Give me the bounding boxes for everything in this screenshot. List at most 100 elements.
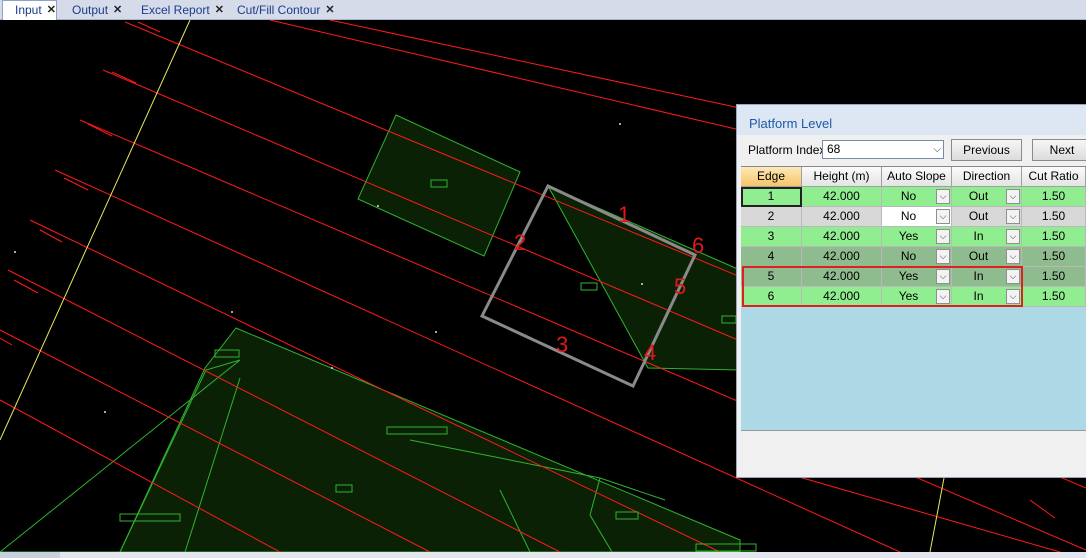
- column-header-auto-slope[interactable]: Auto Slope: [882, 167, 952, 187]
- survey-point: [641, 283, 643, 285]
- chainage-line: [269, 20, 741, 131]
- chainage-tag: [1029, 499, 1056, 519]
- chainage-tag: [39, 229, 63, 243]
- chevron-down-icon[interactable]: ⌵: [936, 229, 950, 244]
- chevron-down-icon[interactable]: ⌵: [936, 209, 950, 224]
- chevron-down-icon[interactable]: ⌵: [1006, 189, 1020, 204]
- dialog-footer: [741, 430, 1086, 473]
- height-cell[interactable]: 42.000: [802, 247, 882, 267]
- auto-slope-cell-value: No: [900, 249, 917, 263]
- survey-point: [231, 311, 233, 313]
- edge-cell-value: 3: [767, 229, 775, 243]
- column-header-height[interactable]: Height (m): [802, 167, 882, 187]
- survey-point: [104, 411, 106, 413]
- edge-cell[interactable]: 2: [741, 207, 802, 227]
- height-cell-value: 42.000: [823, 209, 860, 223]
- platform-index-combo[interactable]: 68 ⌵: [822, 140, 944, 159]
- edge-label-4: 4: [644, 340, 656, 365]
- chevron-down-icon[interactable]: ⌵: [936, 249, 950, 264]
- direction-cell[interactable]: In ⌵: [952, 227, 1022, 247]
- edge-cell[interactable]: 1: [741, 187, 802, 207]
- table-row[interactable]: 4 42.000 No ⌵ Out ⌵ 1.50: [741, 247, 1086, 267]
- chainage-tag: [87, 123, 113, 137]
- tab-excel-report[interactable]: Excel Report ✕: [141, 0, 224, 20]
- edge-cell[interactable]: 4: [741, 247, 802, 267]
- edge-label-2: 2: [514, 230, 526, 255]
- height-cell-value: 42.000: [823, 249, 860, 263]
- chainage-tag: [13, 279, 39, 294]
- platform-index-label: Platform Index: [748, 143, 826, 157]
- tab-input[interactable]: Input ✕: [2, 0, 57, 20]
- chainage-tag: [137, 21, 161, 33]
- cut-ratio-cell-value: 1.50: [1041, 289, 1066, 303]
- cut-ratio-cell[interactable]: 1.50: [1022, 207, 1086, 227]
- column-header-direction[interactable]: Direction: [952, 167, 1022, 187]
- cut-ratio-cell-value: 1.50: [1041, 189, 1066, 203]
- cut-ratio-cell[interactable]: 1.50: [1022, 247, 1086, 267]
- previous-button[interactable]: Previous: [951, 139, 1022, 161]
- chevron-down-icon[interactable]: ⌵: [1006, 249, 1020, 264]
- survey-point: [435, 331, 437, 333]
- chevron-down-icon[interactable]: ⌵: [1006, 229, 1020, 244]
- table-row[interactable]: 1 42.000 No ⌵ Out ⌵ 1.50: [741, 187, 1086, 207]
- survey-point: [619, 123, 621, 125]
- alignment-line: [0, 20, 191, 441]
- chevron-down-icon[interactable]: ⌵: [1006, 209, 1020, 224]
- chevron-down-icon[interactable]: ⌵: [936, 189, 950, 204]
- cut-ratio-cell[interactable]: 1.50: [1022, 287, 1086, 307]
- edge-label-6: 6: [692, 233, 704, 258]
- cut-ratio-cell-value: 1.50: [1041, 209, 1066, 223]
- direction-cell-value: Out: [968, 209, 989, 223]
- cut-ratio-cell[interactable]: 1.50: [1022, 267, 1086, 287]
- table-row[interactable]: 3 42.000 Yes ⌵ In ⌵ 1.50: [741, 227, 1086, 247]
- highlight-box: [742, 266, 1023, 307]
- height-cell-value: 42.000: [823, 189, 860, 203]
- auto-slope-cell[interactable]: No ⌵: [882, 247, 952, 267]
- edge-cell-value: 2: [767, 209, 775, 223]
- cut-ratio-cell-value: 1.50: [1041, 249, 1066, 263]
- status-strip-segment: [60, 552, 1086, 558]
- cut-ratio-cell[interactable]: 1.50: [1022, 227, 1086, 247]
- column-header-edge[interactable]: Edge: [741, 167, 802, 187]
- column-header-cut-ratio[interactable]: Cut Ratio: [1022, 167, 1086, 187]
- cut-ratio-cell-value: 1.50: [1041, 269, 1066, 283]
- tab-output[interactable]: Output ✕: [72, 0, 122, 20]
- tab-output-label: Output: [72, 2, 109, 17]
- auto-slope-cell[interactable]: No ⌵: [882, 207, 952, 227]
- tab-cut-fill-contour[interactable]: Cut/Fill Contour ✕: [237, 0, 335, 20]
- chainage-tag: [0, 337, 13, 346]
- tab-input-label: Input: [15, 3, 42, 17]
- close-icon[interactable]: ✕: [215, 1, 224, 20]
- close-icon[interactable]: ✕: [47, 1, 56, 20]
- chevron-down-icon[interactable]: ⌵: [933, 141, 941, 158]
- height-cell[interactable]: 42.000: [802, 227, 882, 247]
- direction-cell[interactable]: Out ⌵: [952, 207, 1022, 227]
- direction-cell[interactable]: Out ⌵: [952, 187, 1022, 207]
- chainage-line: [329, 20, 741, 109]
- close-icon[interactable]: ✕: [325, 1, 334, 20]
- direction-cell-value: In: [973, 229, 984, 243]
- height-cell[interactable]: 42.000: [802, 187, 882, 207]
- edge-label-5: 5: [674, 274, 686, 299]
- close-icon[interactable]: ✕: [113, 1, 122, 20]
- direction-cell-value: Out: [968, 249, 989, 263]
- auto-slope-cell[interactable]: Yes ⌵: [882, 227, 952, 247]
- height-cell[interactable]: 42.000: [802, 207, 882, 227]
- table-row[interactable]: 2 42.000 No ⌵ Out ⌵ 1.50: [741, 207, 1086, 227]
- edge-cell[interactable]: 3: [741, 227, 802, 247]
- tab-cut-fill-contour-label: Cut/Fill Contour: [237, 2, 321, 17]
- direction-cell-value: Out: [968, 189, 989, 203]
- auto-slope-cell-value: Yes: [898, 229, 919, 243]
- tab-excel-report-label: Excel Report: [141, 2, 210, 17]
- auto-slope-cell[interactable]: No ⌵: [882, 187, 952, 207]
- edge-label-1: 1: [618, 202, 630, 227]
- cut-ratio-cell[interactable]: 1.50: [1022, 187, 1086, 207]
- survey-point: [14, 251, 16, 253]
- document-tab-bar: Input ✕ Output ✕ Excel Report ✕ Cut/Fill…: [0, 0, 1086, 20]
- height-cell-value: 42.000: [823, 229, 860, 243]
- dialog-title: Platform Level: [737, 105, 1086, 135]
- next-button[interactable]: Next: [1032, 139, 1086, 161]
- direction-cell[interactable]: Out ⌵: [952, 247, 1022, 267]
- edge-cell-value: 4: [767, 249, 775, 263]
- lot-polygons: [0, 114, 741, 552]
